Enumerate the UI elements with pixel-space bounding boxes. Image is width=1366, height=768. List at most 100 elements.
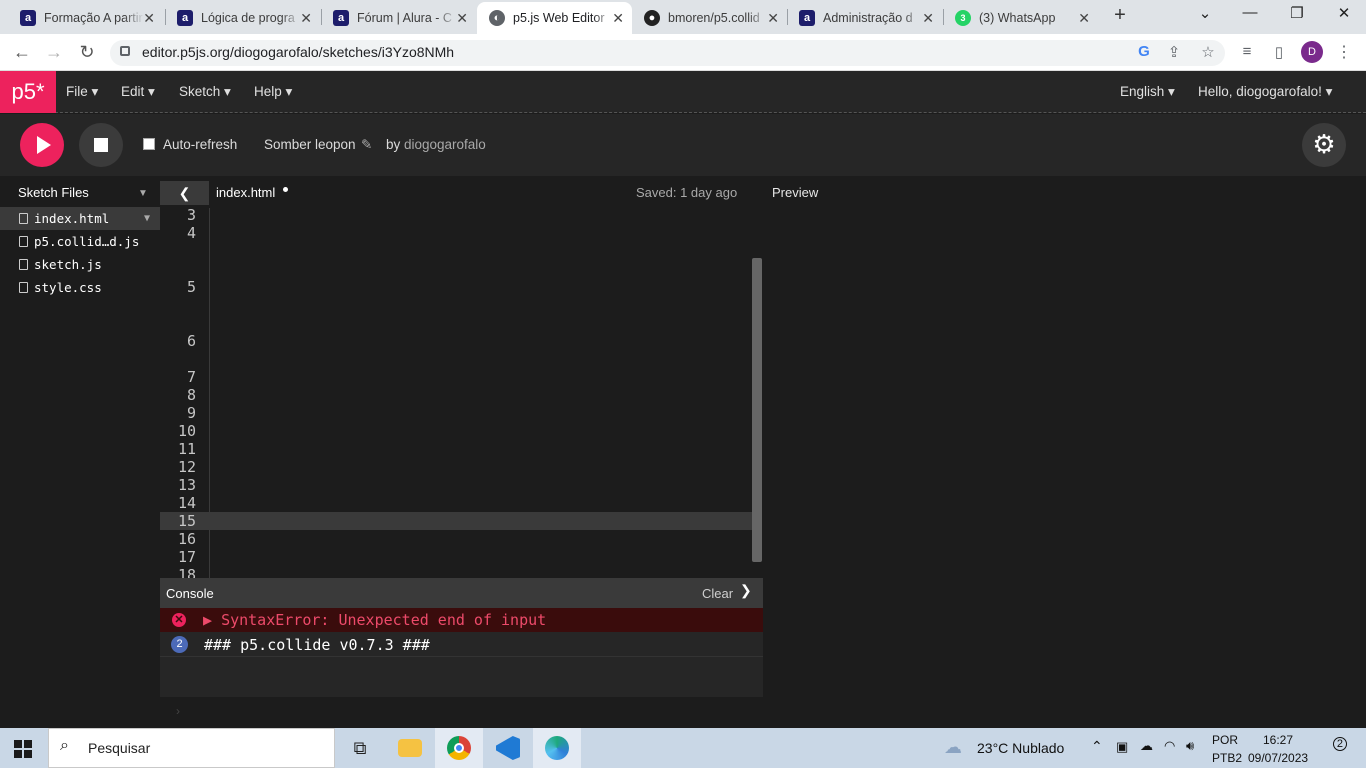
menu-help[interactable]: Help ▾ (254, 84, 292, 100)
close-tab-icon[interactable]: ✕ (612, 10, 624, 27)
p5-icon: ◐ (489, 10, 505, 26)
stop-icon (94, 138, 108, 152)
line-number: 5 (186, 278, 196, 296)
taskbar-search-text: Pesquisar (88, 740, 151, 756)
console-header (160, 578, 763, 608)
sidebar-caret-icon[interactable]: ▼ (138, 188, 148, 199)
sketch-name[interactable]: Somber leopon (264, 137, 356, 152)
url-text[interactable]: editor.p5js.org/diogogarofalo/sketches/i… (142, 44, 454, 60)
whatsapp-icon: 3 (955, 10, 971, 26)
google-translate-icon[interactable]: G (1133, 43, 1155, 60)
settings-gear-icon[interactable]: ⚙ (1302, 123, 1346, 167)
tab-search-chevron-icon[interactable]: ⌄ (1185, 4, 1225, 28)
sketch-files-title: Sketch Files (18, 185, 89, 200)
chrome-icon[interactable] (435, 728, 483, 768)
line-number: 3 (186, 206, 196, 224)
file-item-style-css[interactable]: style.css (0, 276, 160, 299)
console-prompt-icon: › (176, 704, 180, 718)
line-number: 16 (177, 530, 196, 548)
file-options-caret-icon[interactable]: ▼ (144, 207, 150, 230)
expand-triangle-icon[interactable]: ▶ (203, 611, 221, 629)
file-explorer-icon[interactable] (386, 728, 434, 768)
editor-scrollbar[interactable] (752, 258, 762, 562)
clock-date[interactable]: 09/07/2023 (1248, 751, 1308, 765)
volume-icon[interactable]: 🔊︎ (1186, 738, 1194, 754)
file-item-index-html[interactable]: index.html ▼ (0, 207, 160, 230)
menu-edit[interactable]: Edit ▾ (121, 84, 155, 100)
clock-time[interactable]: 16:27 (1263, 733, 1293, 747)
browser-tab[interactable]: a Lógica de progra ✕ (165, 2, 320, 34)
file-item-sketch-js[interactable]: sketch.js (0, 253, 160, 276)
share-icon[interactable]: ⇪ (1163, 43, 1185, 61)
bookmark-star-icon[interactable]: ☆ (1197, 43, 1219, 61)
tray-chevron-icon[interactable]: ⌃ (1091, 738, 1103, 755)
console-error-message[interactable]: ▶ SyntaxError: Unexpected end of input (203, 611, 546, 629)
p5-logo[interactable]: p5* (0, 71, 56, 113)
menu-file[interactable]: File ▾ (66, 84, 98, 100)
file-icon (19, 259, 28, 270)
line-number: 15 (177, 512, 196, 530)
windows-start-icon[interactable] (14, 740, 32, 758)
console-clear-button[interactable]: Clear (702, 586, 733, 601)
alura-icon: a (333, 10, 349, 26)
profile-avatar[interactable]: D (1301, 41, 1323, 63)
weather-text[interactable]: 23°C Nublado (977, 740, 1064, 756)
menu-sketch[interactable]: Sketch ▾ (179, 84, 231, 100)
weather-cloud-icon[interactable]: ☁ (944, 737, 962, 758)
console-input[interactable] (160, 697, 763, 728)
close-tab-icon[interactable]: ✕ (300, 10, 312, 27)
language-selector[interactable]: English ▾ (1120, 84, 1175, 100)
browser-tab[interactable]: 3 (3) WhatsApp ✕ (943, 2, 1098, 34)
notifications-icon[interactable]: 2 (1323, 737, 1347, 758)
reading-list-icon[interactable]: ≡ (1236, 43, 1258, 60)
lock-icon[interactable] (120, 46, 130, 56)
close-tab-icon[interactable]: ✕ (456, 10, 468, 27)
close-tab-icon[interactable]: ✕ (1078, 10, 1090, 27)
console-collapse-chevron-icon[interactable]: ❯ (740, 582, 752, 599)
wifi-icon[interactable]: ◠ (1164, 738, 1175, 754)
alura-icon: a (20, 10, 36, 26)
active-line-highlight (160, 512, 752, 530)
restore-button[interactable]: ❐ (1277, 4, 1317, 28)
preview-pane (763, 208, 1366, 728)
edge-icon[interactable] (533, 728, 581, 768)
vscode-icon[interactable] (484, 728, 532, 768)
close-tab-icon[interactable]: ✕ (922, 10, 934, 27)
forward-arrow-icon[interactable]: → (42, 42, 66, 63)
line-number: 7 (186, 368, 196, 386)
auto-refresh-label: Auto-refresh (163, 137, 238, 152)
back-arrow-icon[interactable]: ← (10, 42, 34, 63)
reload-icon[interactable]: ↻ (75, 42, 99, 63)
browser-tab[interactable]: a Fórum | Alura - C ✕ (321, 2, 476, 34)
keyboard-lang-1[interactable]: POR (1212, 733, 1238, 747)
file-item-p5-collide[interactable]: p5.collid…d.js (0, 230, 160, 253)
task-view-icon[interactable]: ⧉ (336, 728, 384, 768)
browser-tab[interactable]: ● bmoren/p5.collid ✕ (632, 2, 787, 34)
author-link[interactable]: diogogarofalo (404, 137, 486, 152)
keyboard-lang-2[interactable]: PTB2 (1212, 751, 1242, 765)
file-icon (19, 213, 28, 224)
close-tab-icon[interactable]: ✕ (767, 10, 779, 27)
onedrive-cloud-icon[interactable]: ☁ (1140, 738, 1153, 754)
browser-tab[interactable]: a Administração d ✕ (787, 2, 942, 34)
browser-tab[interactable]: a Formação A partir ✕ (8, 2, 163, 34)
minimize-button[interactable]: — (1230, 4, 1270, 28)
user-menu[interactable]: Hello, diogogarofalo! ▾ (1198, 84, 1332, 100)
close-tab-icon[interactable]: ✕ (143, 10, 155, 27)
file-icon (19, 282, 28, 293)
side-panel-icon[interactable]: ▯ (1268, 43, 1290, 61)
new-tab-button[interactable]: + (1108, 4, 1132, 30)
line-number: 11 (177, 440, 196, 458)
file-icon (19, 236, 28, 247)
close-window-button[interactable]: ✕ (1324, 4, 1364, 28)
line-number: 14 (177, 494, 196, 512)
pencil-edit-icon[interactable]: ✎ (361, 137, 372, 153)
log-count-badge: 2 (171, 636, 188, 653)
tray-device-icon[interactable]: ▣ (1116, 739, 1128, 755)
by-label: by (386, 137, 401, 152)
collapse-sidebar-button[interactable]: ❮ (160, 181, 209, 205)
browser-tab-active[interactable]: ◐ p5.js Web Editor ✕ (477, 2, 632, 34)
line-number: 4 (186, 224, 196, 242)
auto-refresh-checkbox[interactable] (143, 138, 155, 150)
browser-menu-icon[interactable]: ⋮ (1336, 42, 1352, 62)
